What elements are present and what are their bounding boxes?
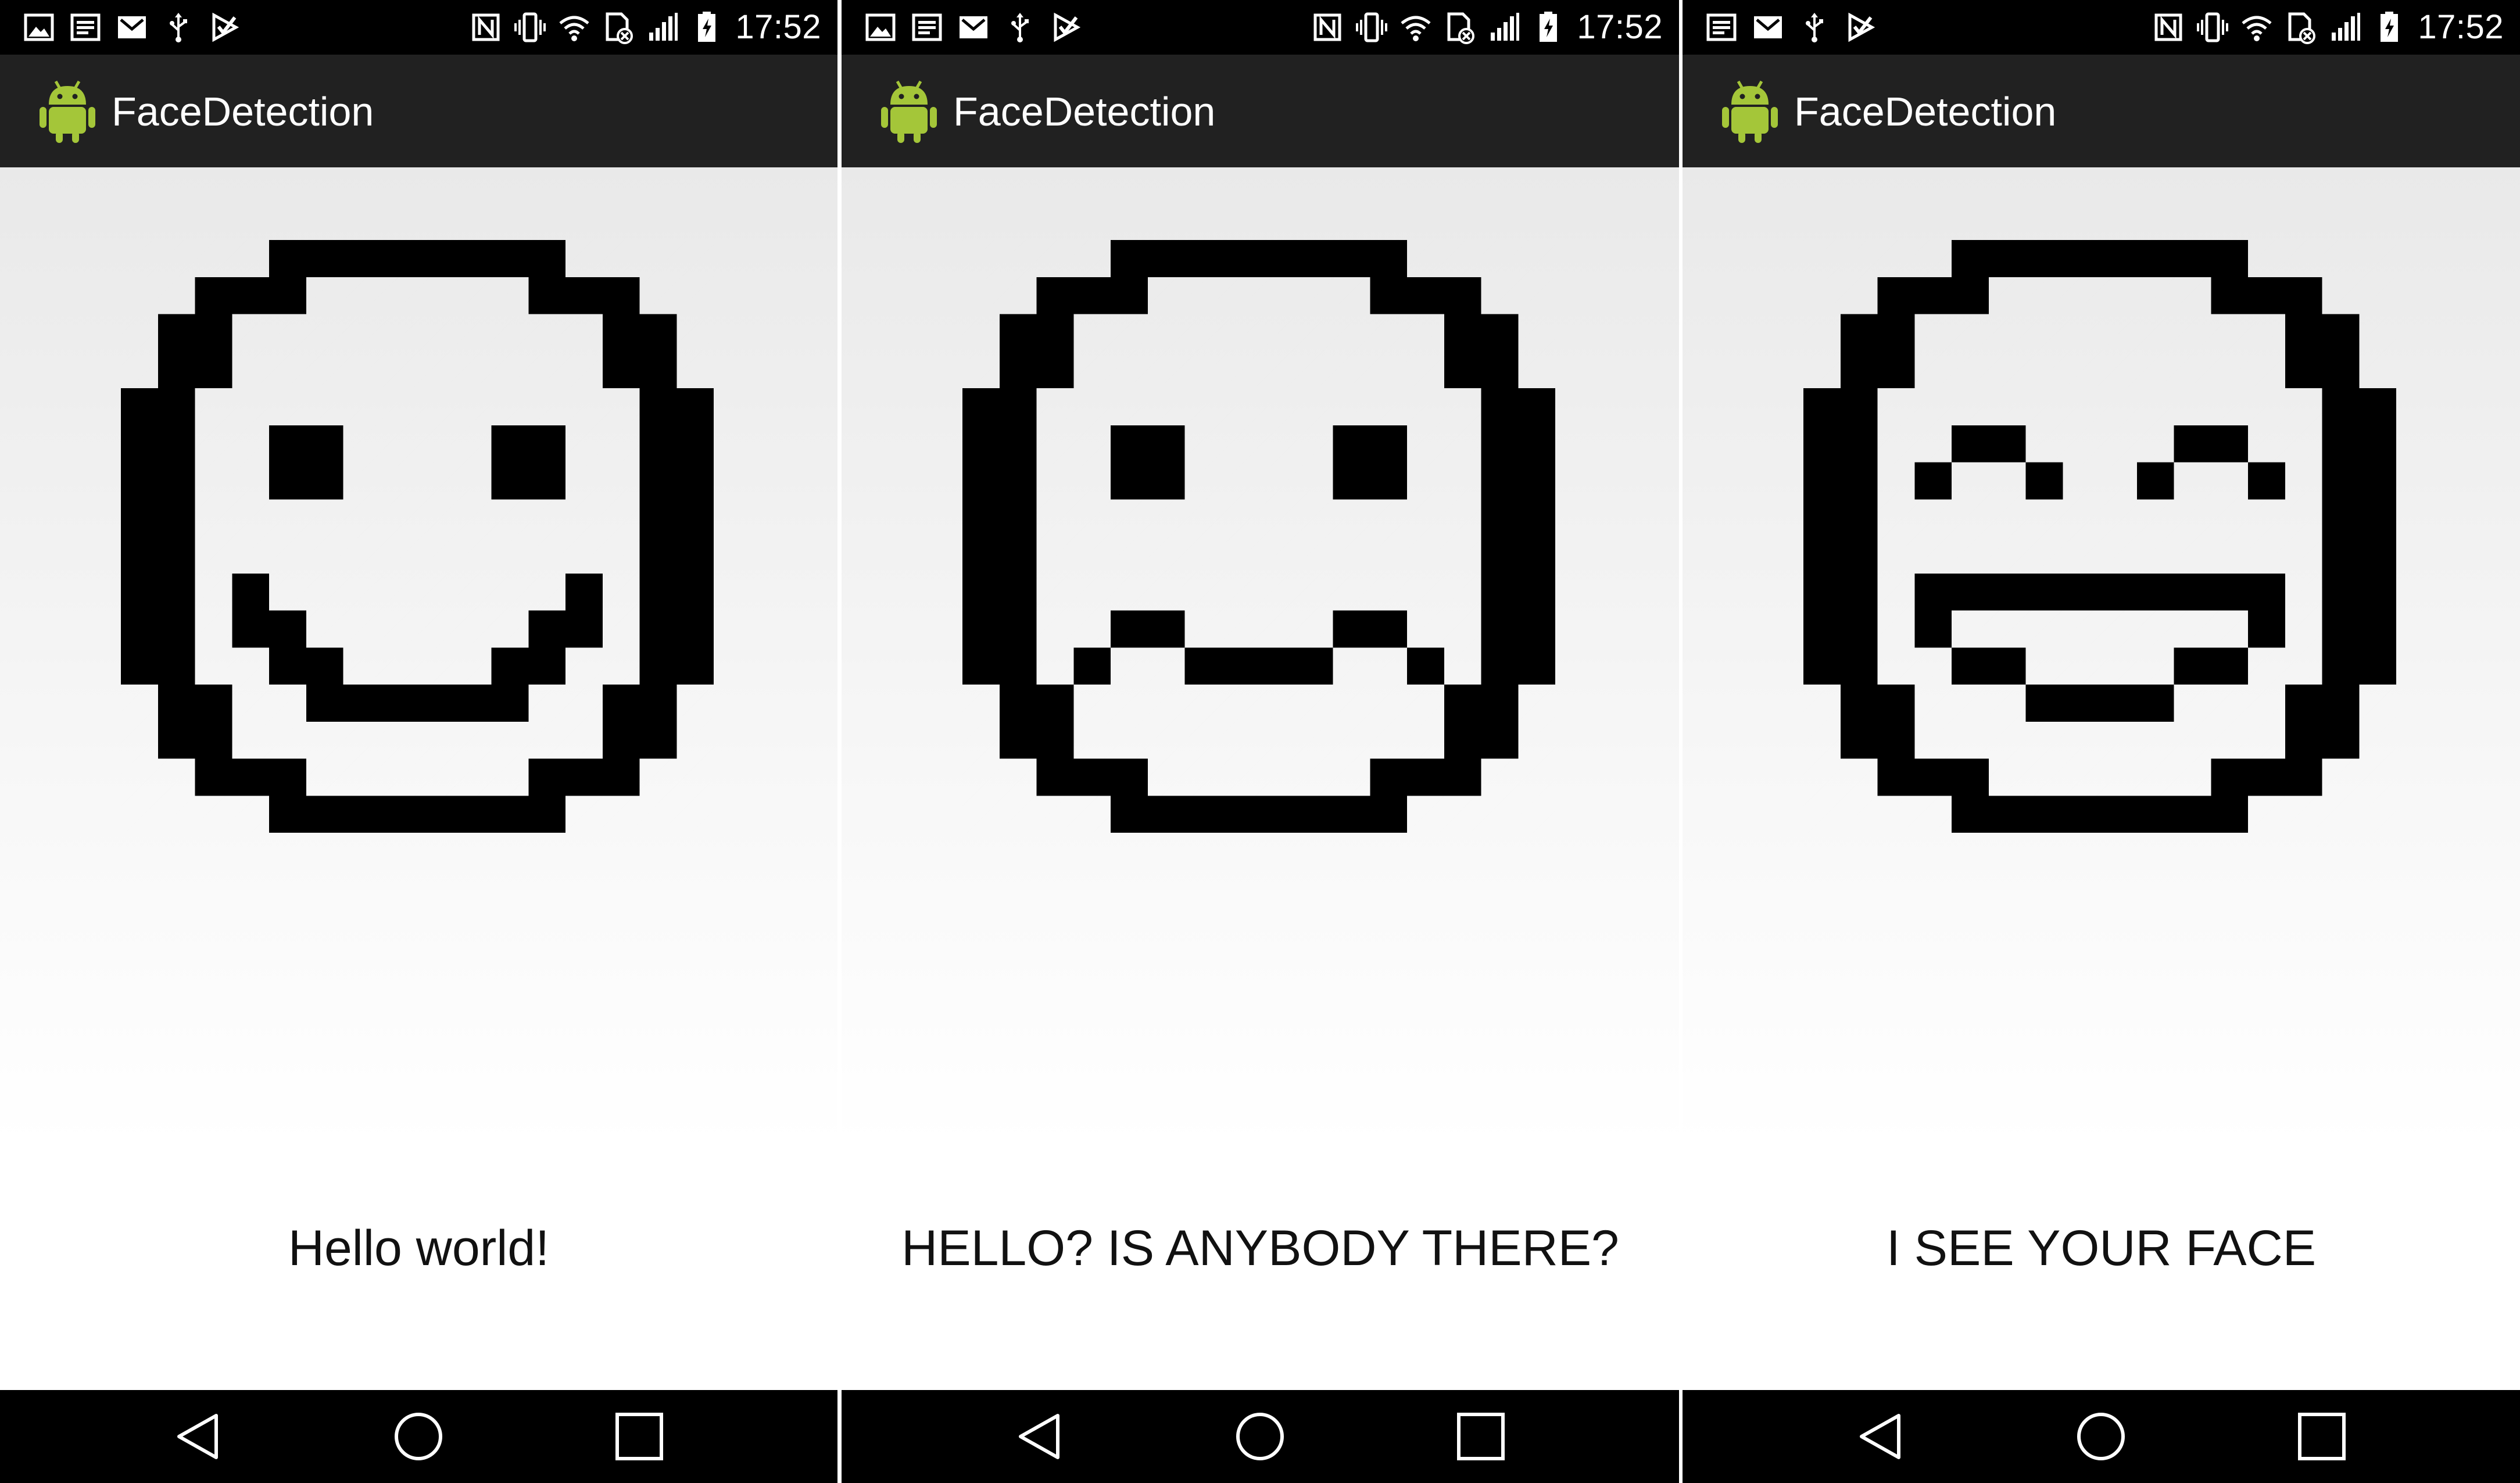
three-phone-comparison: 17:52 FaceDetection Hello world! 17:52 F… — [0, 0, 2520, 1483]
back-triangle-icon[interactable] — [167, 1406, 228, 1467]
app-title: FaceDetection — [953, 89, 1216, 134]
recent-apps-square-icon[interactable] — [609, 1406, 670, 1467]
gmail-icon — [116, 10, 148, 44]
system-status-icons: 17:52 — [1312, 7, 1663, 48]
navigation-bar — [1683, 1390, 2520, 1483]
vibrate-icon — [514, 10, 546, 44]
usb-icon — [163, 10, 194, 44]
battery-charging-icon — [1533, 10, 1564, 44]
pixel-smiley-icon — [121, 240, 714, 833]
battery-charging-icon — [2374, 10, 2405, 44]
nfc-icon — [1312, 10, 1343, 44]
action-bar: FaceDetection — [0, 55, 837, 167]
navigation-bar — [0, 1390, 837, 1483]
notes-icon — [911, 10, 943, 44]
home-circle-icon[interactable] — [388, 1406, 449, 1467]
back-triangle-icon[interactable] — [1850, 1406, 1910, 1467]
system-status-icons: 17:52 — [470, 7, 821, 48]
photo-icon — [23, 10, 55, 44]
navigation-bar — [842, 1390, 1679, 1483]
notes-icon — [70, 10, 101, 44]
clock: 17:52 — [735, 8, 821, 46]
usb-icon — [1004, 10, 1036, 44]
clock: 17:52 — [1577, 8, 1663, 46]
wifi-icon — [1400, 10, 1431, 44]
signal-icon — [1488, 10, 1520, 44]
action-bar: FaceDetection — [1683, 55, 2520, 167]
main-content: HELLO? IS ANYBODY THERE? — [842, 167, 1679, 1390]
signal-icon — [647, 10, 678, 44]
pixel-unsure-face-icon — [962, 240, 1555, 833]
phone-screen-1: 17:52 FaceDetection Hello world! — [0, 0, 837, 1483]
status-bar: 17:52 — [1683, 0, 2520, 55]
vibrate-icon — [2197, 10, 2229, 44]
vibrate-icon — [1356, 10, 1388, 44]
recent-apps-square-icon[interactable] — [1451, 1406, 1511, 1467]
photo-icon — [865, 10, 896, 44]
back-triangle-icon[interactable] — [1009, 1406, 1069, 1467]
message-text: HELLO? IS ANYBODY THERE? — [901, 1220, 1619, 1276]
no-sim-icon — [603, 10, 634, 44]
home-circle-icon[interactable] — [1230, 1406, 1290, 1467]
wifi-icon — [2241, 10, 2272, 44]
home-circle-icon[interactable] — [2071, 1406, 2131, 1467]
app-title: FaceDetection — [1794, 89, 2057, 134]
play-store-icon — [209, 10, 241, 44]
usb-icon — [1799, 10, 1830, 44]
android-robot-icon — [874, 76, 944, 145]
gmail-icon — [958, 10, 989, 44]
action-bar: FaceDetection — [842, 55, 1679, 167]
notes-icon — [1706, 10, 1737, 44]
clock: 17:52 — [2418, 8, 2504, 46]
main-content: Hello world! — [0, 167, 837, 1390]
recent-apps-square-icon[interactable] — [2292, 1406, 2352, 1467]
play-store-icon — [1051, 10, 1082, 44]
status-bar: 17:52 — [842, 0, 1679, 55]
message-text: I SEE YOUR FACE — [1886, 1220, 2317, 1276]
status-bar: 17:52 — [0, 0, 837, 55]
phone-screen-2: 17:52 FaceDetection HELLO? IS ANYBODY TH… — [842, 0, 1679, 1483]
android-robot-icon — [33, 76, 102, 145]
phone-screen-3: 17:52 FaceDetection I SEE YOUR FACE — [1683, 0, 2520, 1483]
play-store-icon — [1845, 10, 1877, 44]
android-robot-icon — [1715, 76, 1785, 145]
system-status-icons: 17:52 — [2153, 7, 2504, 48]
wifi-icon — [559, 10, 590, 44]
no-sim-icon — [1444, 10, 1476, 44]
no-sim-icon — [2285, 10, 2317, 44]
gmail-icon — [1752, 10, 1784, 44]
app-title: FaceDetection — [112, 89, 374, 134]
notification-icons — [23, 10, 241, 44]
battery-charging-icon — [691, 10, 722, 44]
pixel-grin-face-icon — [1803, 240, 2396, 833]
message-text: Hello world! — [288, 1220, 550, 1276]
main-content: I SEE YOUR FACE — [1683, 167, 2520, 1390]
notification-icons — [1706, 10, 1877, 44]
notification-icons — [865, 10, 1082, 44]
nfc-icon — [470, 10, 502, 44]
nfc-icon — [2153, 10, 2184, 44]
signal-icon — [2329, 10, 2361, 44]
